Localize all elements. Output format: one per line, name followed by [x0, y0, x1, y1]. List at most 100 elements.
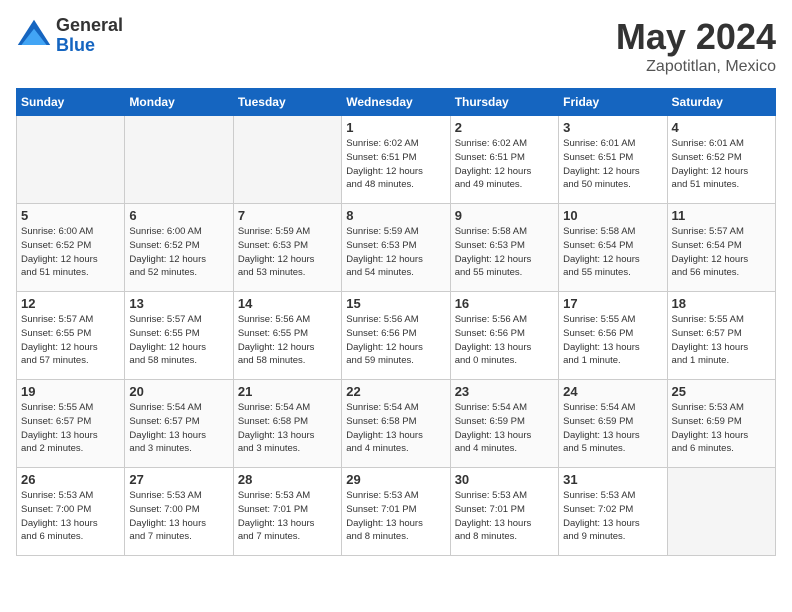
day-detail: Sunrise: 5:57 AM Sunset: 6:55 PM Dayligh…: [129, 313, 228, 368]
day-detail: Sunrise: 5:53 AM Sunset: 7:01 PM Dayligh…: [346, 489, 445, 544]
day-detail: Sunrise: 6:01 AM Sunset: 6:51 PM Dayligh…: [563, 137, 662, 192]
calendar-cell: 7 Sunrise: 5:59 AM Sunset: 6:53 PM Daylig…: [233, 204, 341, 292]
calendar-cell: 24Sunrise: 5:54 AM Sunset: 6:59 PM Dayli…: [559, 380, 667, 468]
calendar-cell: 8 Sunrise: 5:59 AM Sunset: 6:53 PM Daylig…: [342, 204, 450, 292]
calendar-cell: 30 Sunrise: 5:53 AM Sunset: 7:01 PM Dayli…: [450, 468, 558, 556]
day-number: 25: [672, 384, 771, 399]
day-number: 3: [563, 120, 662, 135]
day-detail: Sunrise: 5:55 AM Sunset: 6:56 PM Dayligh…: [563, 313, 662, 368]
calendar-cell: 21Sunrise: 5:54 AM Sunset: 6:58 PM Dayli…: [233, 380, 341, 468]
calendar-cell: 20 Sunrise: 5:54 AM Sunset: 6:57 PM Dayli…: [125, 380, 233, 468]
calendar-cell: 26 Sunrise: 5:53 AM Sunset: 7:00 PM Dayli…: [17, 468, 125, 556]
day-detail: Sunrise: 5:56 AM Sunset: 6:56 PM Dayligh…: [346, 313, 445, 368]
calendar-cell: 18Sunrise: 5:55 AM Sunset: 6:57 PM Dayli…: [667, 292, 775, 380]
title-block: May 2024 Zapotitlan, Mexico: [616, 16, 776, 76]
day-detail: Sunrise: 5:53 AM Sunset: 7:02 PM Dayligh…: [563, 489, 662, 544]
calendar-cell: [667, 468, 775, 556]
day-number: 2: [455, 120, 554, 135]
day-number: 27: [129, 472, 228, 487]
day-number: 16: [455, 296, 554, 311]
calendar-cell: 17 Sunrise: 5:55 AM Sunset: 6:56 PM Dayli…: [559, 292, 667, 380]
day-detail: Sunrise: 6:00 AM Sunset: 6:52 PM Dayligh…: [129, 225, 228, 280]
logo-text: General Blue: [56, 16, 123, 56]
day-detail: Sunrise: 5:55 AM Sunset: 6:57 PM Dayligh…: [21, 401, 120, 456]
calendar-cell: 5 Sunrise: 6:00 AM Sunset: 6:52 PM Daylig…: [17, 204, 125, 292]
day-number: 1: [346, 120, 445, 135]
day-number: 6: [129, 208, 228, 223]
logo: General Blue: [16, 16, 123, 56]
title-location: Zapotitlan, Mexico: [616, 58, 776, 76]
day-number: 29: [346, 472, 445, 487]
day-detail: Sunrise: 5:53 AM Sunset: 7:00 PM Dayligh…: [21, 489, 120, 544]
logo-general: General: [56, 16, 123, 36]
calendar-cell: 11 Sunrise: 5:57 AM Sunset: 6:54 PM Dayli…: [667, 204, 775, 292]
day-detail: Sunrise: 5:53 AM Sunset: 7:00 PM Dayligh…: [129, 489, 228, 544]
calendar-week-2: 5 Sunrise: 6:00 AM Sunset: 6:52 PM Daylig…: [17, 204, 776, 292]
day-detail: Sunrise: 5:54 AM Sunset: 6:59 PM Dayligh…: [455, 401, 554, 456]
calendar-week-3: 12 Sunrise: 5:57 AM Sunset: 6:55 PM Dayli…: [17, 292, 776, 380]
day-detail: Sunrise: 5:53 AM Sunset: 7:01 PM Dayligh…: [238, 489, 337, 544]
day-number: 8: [346, 208, 445, 223]
day-detail: Sunrise: 5:54 AM Sunset: 6:59 PM Dayligh…: [563, 401, 662, 456]
day-detail: Sunrise: 5:59 AM Sunset: 6:53 PM Dayligh…: [346, 225, 445, 280]
calendar-cell: 9Sunrise: 5:58 AM Sunset: 6:53 PM Daylig…: [450, 204, 558, 292]
day-number: 11: [672, 208, 771, 223]
calendar-cell: 13 Sunrise: 5:57 AM Sunset: 6:55 PM Dayli…: [125, 292, 233, 380]
calendar-cell: [233, 116, 341, 204]
calendar-cell: 12 Sunrise: 5:57 AM Sunset: 6:55 PM Dayli…: [17, 292, 125, 380]
calendar-cell: 1 Sunrise: 6:02 AM Sunset: 6:51 PM Daylig…: [342, 116, 450, 204]
calendar-cell: 19 Sunrise: 5:55 AM Sunset: 6:57 PM Dayli…: [17, 380, 125, 468]
day-number: 18: [672, 296, 771, 311]
day-detail: Sunrise: 5:56 AM Sunset: 6:56 PM Dayligh…: [455, 313, 554, 368]
day-number: 20: [129, 384, 228, 399]
day-detail: Sunrise: 5:53 AM Sunset: 6:59 PM Dayligh…: [672, 401, 771, 456]
calendar-cell: 25 Sunrise: 5:53 AM Sunset: 6:59 PM Dayli…: [667, 380, 775, 468]
day-detail: Sunrise: 5:54 AM Sunset: 6:57 PM Dayligh…: [129, 401, 228, 456]
day-number: 31: [563, 472, 662, 487]
day-detail: Sunrise: 6:02 AM Sunset: 6:51 PM Dayligh…: [346, 137, 445, 192]
header-tuesday: Tuesday: [233, 89, 341, 116]
calendar-cell: [125, 116, 233, 204]
day-detail: Sunrise: 6:02 AM Sunset: 6:51 PM Dayligh…: [455, 137, 554, 192]
day-number: 7: [238, 208, 337, 223]
calendar-cell: 2 Sunrise: 6:02 AM Sunset: 6:51 PM Daylig…: [450, 116, 558, 204]
day-number: 30: [455, 472, 554, 487]
day-number: 5: [21, 208, 120, 223]
day-number: 9: [455, 208, 554, 223]
day-detail: Sunrise: 5:54 AM Sunset: 6:58 PM Dayligh…: [346, 401, 445, 456]
calendar-week-5: 26 Sunrise: 5:53 AM Sunset: 7:00 PM Dayli…: [17, 468, 776, 556]
calendar-cell: 23 Sunrise: 5:54 AM Sunset: 6:59 PM Dayli…: [450, 380, 558, 468]
calendar-cell: 31 Sunrise: 5:53 AM Sunset: 7:02 PM Dayli…: [559, 468, 667, 556]
day-detail: Sunrise: 5:56 AM Sunset: 6:55 PM Dayligh…: [238, 313, 337, 368]
calendar-cell: 4Sunrise: 6:01 AM Sunset: 6:52 PM Daylig…: [667, 116, 775, 204]
day-detail: Sunrise: 5:57 AM Sunset: 6:54 PM Dayligh…: [672, 225, 771, 280]
day-number: 22: [346, 384, 445, 399]
calendar-cell: 6 Sunrise: 6:00 AM Sunset: 6:52 PM Daylig…: [125, 204, 233, 292]
header-thursday: Thursday: [450, 89, 558, 116]
day-detail: Sunrise: 5:57 AM Sunset: 6:55 PM Dayligh…: [21, 313, 120, 368]
day-number: 12: [21, 296, 120, 311]
day-detail: Sunrise: 6:00 AM Sunset: 6:52 PM Dayligh…: [21, 225, 120, 280]
day-number: 19: [21, 384, 120, 399]
day-number: 15: [346, 296, 445, 311]
header-wednesday: Wednesday: [342, 89, 450, 116]
day-detail: Sunrise: 5:53 AM Sunset: 7:01 PM Dayligh…: [455, 489, 554, 544]
day-detail: Sunrise: 5:59 AM Sunset: 6:53 PM Dayligh…: [238, 225, 337, 280]
calendar-week-4: 19 Sunrise: 5:55 AM Sunset: 6:57 PM Dayli…: [17, 380, 776, 468]
header-sunday: Sunday: [17, 89, 125, 116]
logo-blue: Blue: [56, 36, 123, 56]
calendar-cell: 10Sunrise: 5:58 AM Sunset: 6:54 PM Dayli…: [559, 204, 667, 292]
calendar-cell: 14Sunrise: 5:56 AM Sunset: 6:55 PM Dayli…: [233, 292, 341, 380]
calendar-cell: 22 Sunrise: 5:54 AM Sunset: 6:58 PM Dayli…: [342, 380, 450, 468]
calendar-cell: 3 Sunrise: 6:01 AM Sunset: 6:51 PM Daylig…: [559, 116, 667, 204]
header-saturday: Saturday: [667, 89, 775, 116]
calendar-week-1: 1 Sunrise: 6:02 AM Sunset: 6:51 PM Daylig…: [17, 116, 776, 204]
day-number: 26: [21, 472, 120, 487]
day-number: 28: [238, 472, 337, 487]
calendar-header-row: SundayMondayTuesdayWednesdayThursdayFrid…: [17, 89, 776, 116]
day-detail: Sunrise: 5:58 AM Sunset: 6:54 PM Dayligh…: [563, 225, 662, 280]
header-friday: Friday: [559, 89, 667, 116]
day-number: 23: [455, 384, 554, 399]
day-number: 13: [129, 296, 228, 311]
day-number: 17: [563, 296, 662, 311]
